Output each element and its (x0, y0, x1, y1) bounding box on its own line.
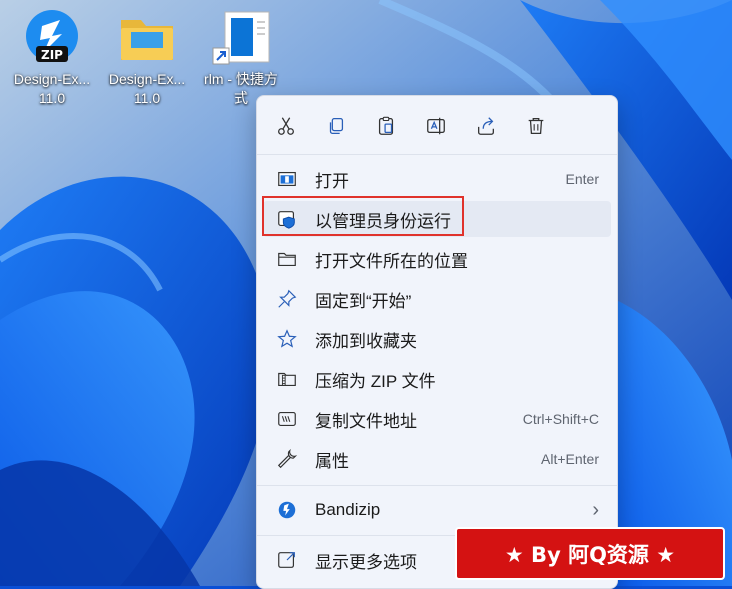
copy-icon (329, 118, 344, 134)
rename-icon (427, 117, 445, 135)
more-options-icon (275, 548, 299, 572)
highlight-annotation-box (262, 196, 464, 236)
menu-item-add-to-favorites[interactable]: 添加到收藏夹 (263, 321, 611, 357)
submenu-arrow-icon: › (592, 498, 599, 521)
pin-icon (275, 287, 299, 311)
menu-separator (257, 154, 617, 155)
trash-icon (528, 118, 544, 134)
paste-icon (378, 116, 394, 135)
rename-button[interactable] (420, 110, 452, 142)
zip-icon: ZIP (22, 8, 82, 68)
paste-button[interactable] (370, 110, 402, 142)
menu-item-label: 打开文件所在的位置 (315, 251, 468, 271)
desktop-icon-rlm-shortcut[interactable]: rlm - 快捷方 式 (195, 8, 287, 108)
desktop-icon-label: Design-Ex... 11.0 (108, 71, 186, 106)
menu-item-label: Bandizip (315, 500, 381, 519)
desktop-icon-label: Design-Ex... 11.0 (13, 71, 91, 106)
scissors-icon (278, 117, 294, 135)
menu-item-shortcut: Enter (565, 171, 599, 187)
menu-item-open[interactable]: 打开 Enter (263, 161, 611, 197)
share-button[interactable] (470, 110, 502, 142)
menu-item-pin-to-start[interactable]: 固定到“开始” (263, 281, 611, 317)
context-menu: 打开 Enter 以管理员身份运行 打开文件所在的位置 固定到“开始” 添加到收… (256, 95, 618, 589)
watermark-banner: ★ By 阿Q资源 ★ (455, 527, 725, 580)
copy-path-icon (275, 407, 299, 431)
bandizip-icon (275, 498, 299, 522)
menu-item-label: 添加到收藏夹 (315, 331, 417, 351)
menu-item-shortcut: Alt+Enter (541, 451, 599, 467)
zip-folder-icon (275, 367, 299, 391)
share-icon (478, 117, 494, 135)
menu-item-label: 压缩为 ZIP 文件 (315, 371, 436, 391)
menu-item-open-file-location[interactable]: 打开文件所在的位置 (263, 241, 611, 277)
menu-item-compress-zip[interactable]: 压缩为 ZIP 文件 (263, 361, 611, 397)
desktop-icon-design-expert-folder[interactable]: Design-Ex... 11.0 (101, 8, 193, 108)
menu-item-label: 属性 (315, 451, 349, 471)
copy-button[interactable] (320, 110, 352, 142)
wrench-icon (275, 447, 299, 471)
folder-icon (117, 8, 177, 68)
menu-item-shortcut: Ctrl+Shift+C (522, 411, 599, 427)
menu-separator (257, 485, 617, 486)
delete-button[interactable] (520, 110, 552, 142)
star-icon (275, 327, 299, 351)
menu-item-label: 固定到“开始” (315, 291, 412, 311)
menu-item-bandizip[interactable]: Bandizip › (263, 492, 611, 528)
zip-badge-text: ZIP (41, 48, 63, 62)
desktop-icon-design-expert-zip[interactable]: ZIP Design-Ex... 11.0 (6, 8, 98, 108)
menu-item-label: 打开 (315, 171, 349, 191)
folder-outline-icon (275, 247, 299, 271)
shortcut-icon (211, 8, 271, 68)
cut-button[interactable] (270, 110, 302, 142)
open-window-icon (275, 167, 299, 191)
menu-item-properties[interactable]: 属性 Alt+Enter (263, 441, 611, 477)
menu-item-label: 复制文件地址 (315, 411, 417, 431)
context-menu-toolbar (257, 96, 617, 154)
menu-item-copy-file-path[interactable]: 复制文件地址 Ctrl+Shift+C (263, 401, 611, 437)
